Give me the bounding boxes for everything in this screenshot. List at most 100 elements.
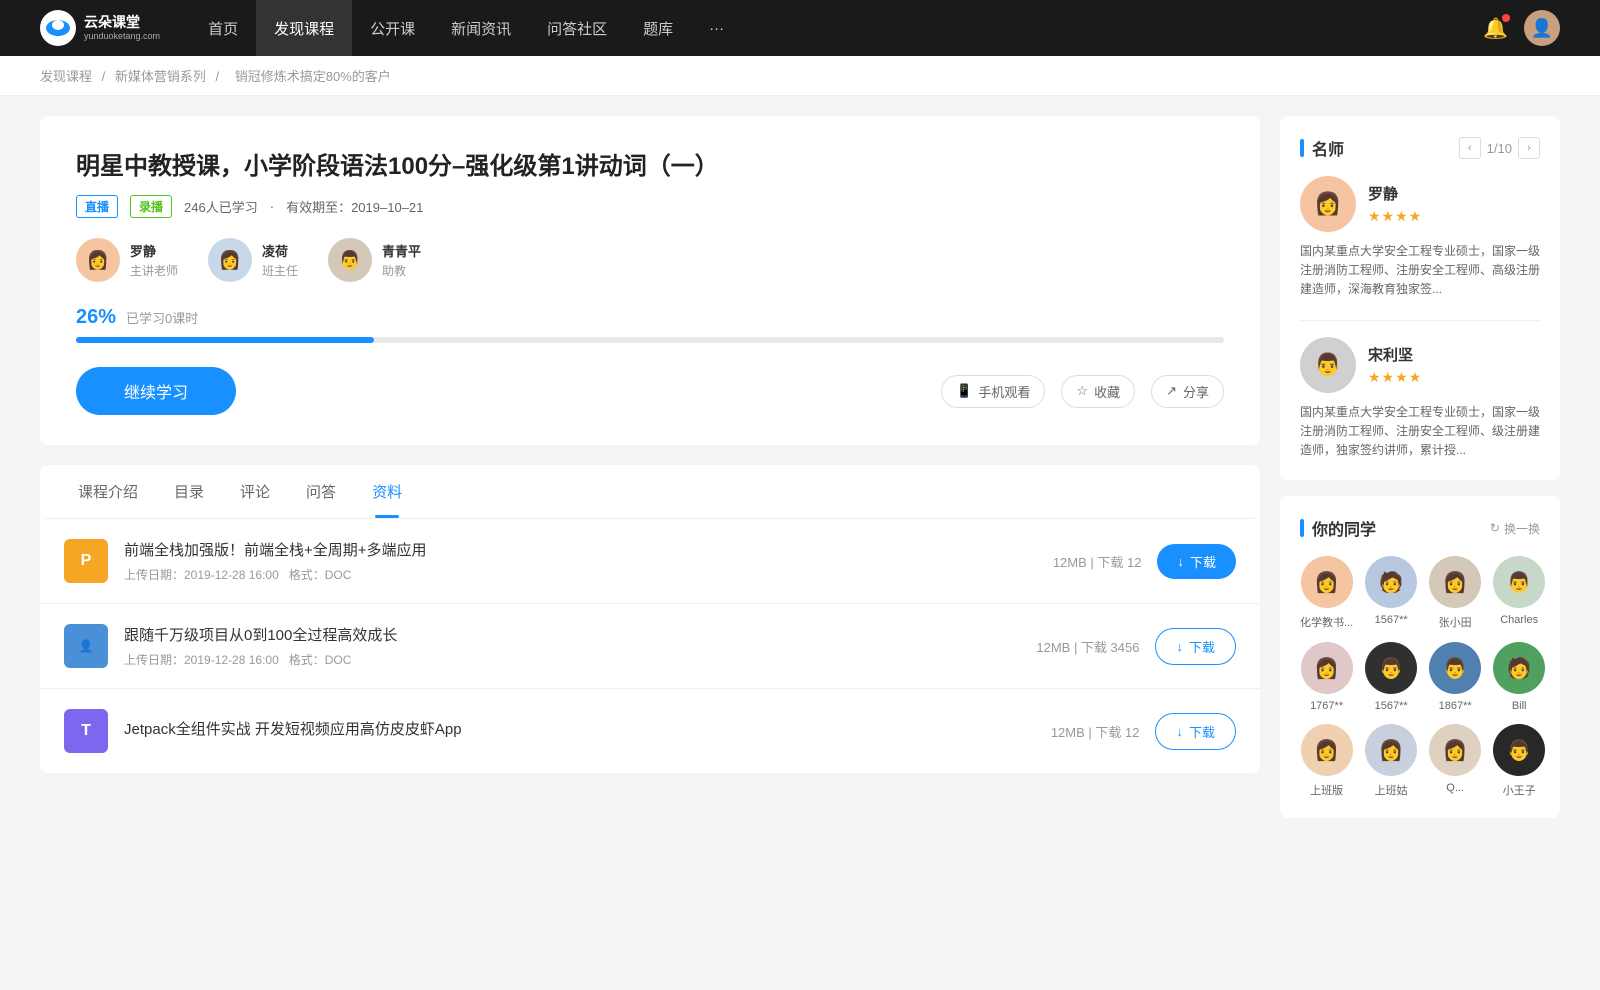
classmate-11[interactable]: 👨 小王子 xyxy=(1493,724,1545,798)
classmate-5[interactable]: 👨 1567** xyxy=(1365,642,1417,712)
classmate-avatar-9: 👩 xyxy=(1365,724,1417,776)
progress-pct: 26% xyxy=(76,306,116,329)
teacher-item-1: 👩 凌荷 班主任 xyxy=(208,238,298,282)
teacher-info-0: 罗静 主讲老师 xyxy=(130,241,178,279)
resource-info-2: Jetpack全组件实战 开发短视频应用高仿皮皮虾App xyxy=(124,718,1035,745)
download-icon-0: ↓ xyxy=(1177,554,1184,569)
teacher-item-0: 👩 罗静 主讲老师 xyxy=(76,238,178,282)
nav-qa[interactable]: 问答社区 xyxy=(529,0,625,56)
classmates-grid: 👩 化学教书... 🧑 1567** 👩 张小田 👨 Charles 👩 xyxy=(1300,556,1540,798)
resource-title-0: 前端全栈加强版！前端全栈+全周期+多端应用 xyxy=(124,539,1037,560)
collect-button[interactable]: ☆ 收藏 xyxy=(1061,375,1135,408)
breadcrumb-link-discover[interactable]: 发现课程 xyxy=(40,69,92,84)
resource-icon-1: 👤 xyxy=(64,624,108,668)
classmate-8[interactable]: 👩 上班版 xyxy=(1300,724,1353,798)
classmate-avatar-8: 👩 xyxy=(1301,724,1353,776)
logo-text: 云朵课堂 yunduoketang.com xyxy=(84,14,160,42)
nav-right: 🔔 👤 xyxy=(1483,10,1560,46)
tag-record: 录播 xyxy=(130,195,172,218)
sidebar-teacher-stars-1: ★★★★ xyxy=(1368,369,1422,386)
classmate-name-0: 化学教书... xyxy=(1300,614,1353,630)
tab-qa[interactable]: 问答 xyxy=(288,465,354,518)
tag-live: 直播 xyxy=(76,195,118,218)
course-meta: 直播 录播 246人已学习 · 有效期至：2019–10–21 xyxy=(76,195,1224,218)
refresh-label: 换一换 xyxy=(1504,520,1540,537)
classmate-0[interactable]: 👩 化学教书... xyxy=(1300,556,1353,630)
nav-avatar[interactable]: 👤 xyxy=(1524,10,1560,46)
nav-open[interactable]: 公开课 xyxy=(352,0,433,56)
page-prev-button[interactable]: ‹ xyxy=(1459,137,1481,159)
resource-stats-2: 12MB | 下载 12 xyxy=(1051,722,1140,741)
classmate-avatar-6: 👨 xyxy=(1429,642,1481,694)
tab-resource[interactable]: 资料 xyxy=(354,465,420,518)
star-icon: ☆ xyxy=(1076,383,1088,399)
classmate-name-10: Q... xyxy=(1446,782,1464,794)
tab-comment[interactable]: 评论 xyxy=(222,465,288,518)
sidebar-teacher-0: 👩 罗静 ★★★★ 国内某重点大学安全工程专业硕士，国家一级注册消防工程师、注册… xyxy=(1300,176,1540,300)
share-button[interactable]: ↗ 分享 xyxy=(1151,375,1224,408)
nav-exam[interactable]: 题库 xyxy=(625,0,691,56)
sidebar-teacher-avatar-0: 👩 xyxy=(1300,176,1356,232)
classmate-6[interactable]: 👨 1867** xyxy=(1429,642,1481,712)
classmates-card: 你的同学 ↻ 换一换 👩 化学教书... 🧑 1567** xyxy=(1280,496,1560,818)
validity: 有效期至：2019–10–21 xyxy=(286,197,423,216)
course-card: 明星中教授课，小学阶段语法100分–强化级第1讲动词（一） 直播 录播 246人… xyxy=(40,116,1260,445)
page-next-button[interactable]: › xyxy=(1518,137,1540,159)
nav-more[interactable]: ··· xyxy=(691,0,742,56)
sidebar-teacher-info-0: 罗静 ★★★★ xyxy=(1368,183,1422,225)
resource-title-1: 跟随千万级项目从0到100全过程高效成长 xyxy=(124,624,1020,645)
classmate-4[interactable]: 👩 1767** xyxy=(1300,642,1353,712)
nav-discover[interactable]: 发现课程 xyxy=(256,0,352,56)
page-nav: ‹ 1/10 › xyxy=(1459,137,1540,159)
classmate-2[interactable]: 👩 张小田 xyxy=(1429,556,1481,630)
classmate-name-6: 1867** xyxy=(1439,700,1472,712)
refresh-button[interactable]: ↻ 换一换 xyxy=(1490,520,1540,537)
nav-news[interactable]: 新闻资讯 xyxy=(433,0,529,56)
mobile-watch-button[interactable]: 📱 手机观看 xyxy=(941,375,1045,408)
classmate-name-4: 1767** xyxy=(1310,700,1343,712)
classmate-9[interactable]: 👩 上班姑 xyxy=(1365,724,1417,798)
content-area: 明星中教授课，小学阶段语法100分–强化级第1讲动词（一） 直播 录播 246人… xyxy=(40,116,1260,834)
resource-stats-0: 12MB | 下载 12 xyxy=(1053,552,1142,571)
classmate-avatar-4: 👩 xyxy=(1301,642,1353,694)
progress-text: 已学习0课时 xyxy=(126,308,198,327)
classmate-7[interactable]: 🧑 Bill xyxy=(1493,642,1545,712)
classmate-name-7: Bill xyxy=(1512,700,1527,712)
tab-intro[interactable]: 课程介绍 xyxy=(60,465,156,518)
sidebar-teacher-header-0: 👩 罗静 ★★★★ xyxy=(1300,176,1540,232)
sidebar-teacher-desc-0: 国内某重点大学安全工程专业硕士，国家一级注册消防工程师、注册安全工程师、高级注册… xyxy=(1300,242,1540,300)
classmate-3[interactable]: 👨 Charles xyxy=(1493,556,1545,630)
sidebar-teacher-info-1: 宋利坚 ★★★★ xyxy=(1368,344,1422,386)
bell-icon[interactable]: 🔔 xyxy=(1483,16,1508,41)
tab-catalog[interactable]: 目录 xyxy=(156,465,222,518)
download-button-0[interactable]: ↓ 下载 xyxy=(1157,544,1236,579)
continue-button[interactable]: 继续学习 xyxy=(76,367,236,415)
navbar: 云朵课堂 yunduoketang.com 首页 发现课程 公开课 新闻资讯 问… xyxy=(0,0,1600,56)
bell-dot xyxy=(1502,14,1510,22)
resource-info-1: 跟随千万级项目从0到100全过程高效成长 上传日期：2019-12-28 16:… xyxy=(124,624,1020,668)
classmate-name-3: Charles xyxy=(1500,614,1538,626)
sidebar-teacher-1: 👨 宋利坚 ★★★★ 国内某重点大学安全工程专业硕士，国家一级注册消防工程师、注… xyxy=(1300,337,1540,461)
progress-section: 26% 已学习0课时 xyxy=(76,306,1224,343)
teacher-name-2: 青青平 xyxy=(382,241,421,260)
progress-bar xyxy=(76,337,1224,343)
refresh-section: ↻ 换一换 xyxy=(1490,520,1540,537)
classmate-avatar-7: 🧑 xyxy=(1493,642,1545,694)
share-icon: ↗ xyxy=(1166,383,1177,399)
classmate-avatar-1: 🧑 xyxy=(1365,556,1417,608)
teacher-role-0: 主讲老师 xyxy=(130,262,178,279)
download-button-1[interactable]: ↓ 下载 xyxy=(1155,628,1236,665)
download-button-2[interactable]: ↓ 下载 xyxy=(1155,713,1236,750)
resource-title-2: Jetpack全组件实战 开发短视频应用高仿皮皮虾App xyxy=(124,718,1035,739)
breadcrumb-link-series[interactable]: 新媒体营销系列 xyxy=(115,69,206,84)
course-title: 明星中教授课，小学阶段语法100分–强化级第1讲动词（一） xyxy=(76,146,1224,181)
nav-home[interactable]: 首页 xyxy=(190,0,256,56)
logo[interactable]: 云朵课堂 yunduoketang.com xyxy=(40,10,160,46)
mobile-label: 手机观看 xyxy=(978,382,1030,401)
teacher-avatar-2: 👨 xyxy=(328,238,372,282)
teachers-sidebar-title: 名师 ‹ 1/10 › xyxy=(1300,136,1540,160)
classmate-1[interactable]: 🧑 1567** xyxy=(1365,556,1417,630)
tabs-resource-card: 课程介绍 目录 评论 问答 资料 P 前端全栈加强版！前端全栈+全周期+多端应用… xyxy=(40,465,1260,773)
classmate-avatar-3: 👨 xyxy=(1493,556,1545,608)
classmate-10[interactable]: 👩 Q... xyxy=(1429,724,1481,798)
